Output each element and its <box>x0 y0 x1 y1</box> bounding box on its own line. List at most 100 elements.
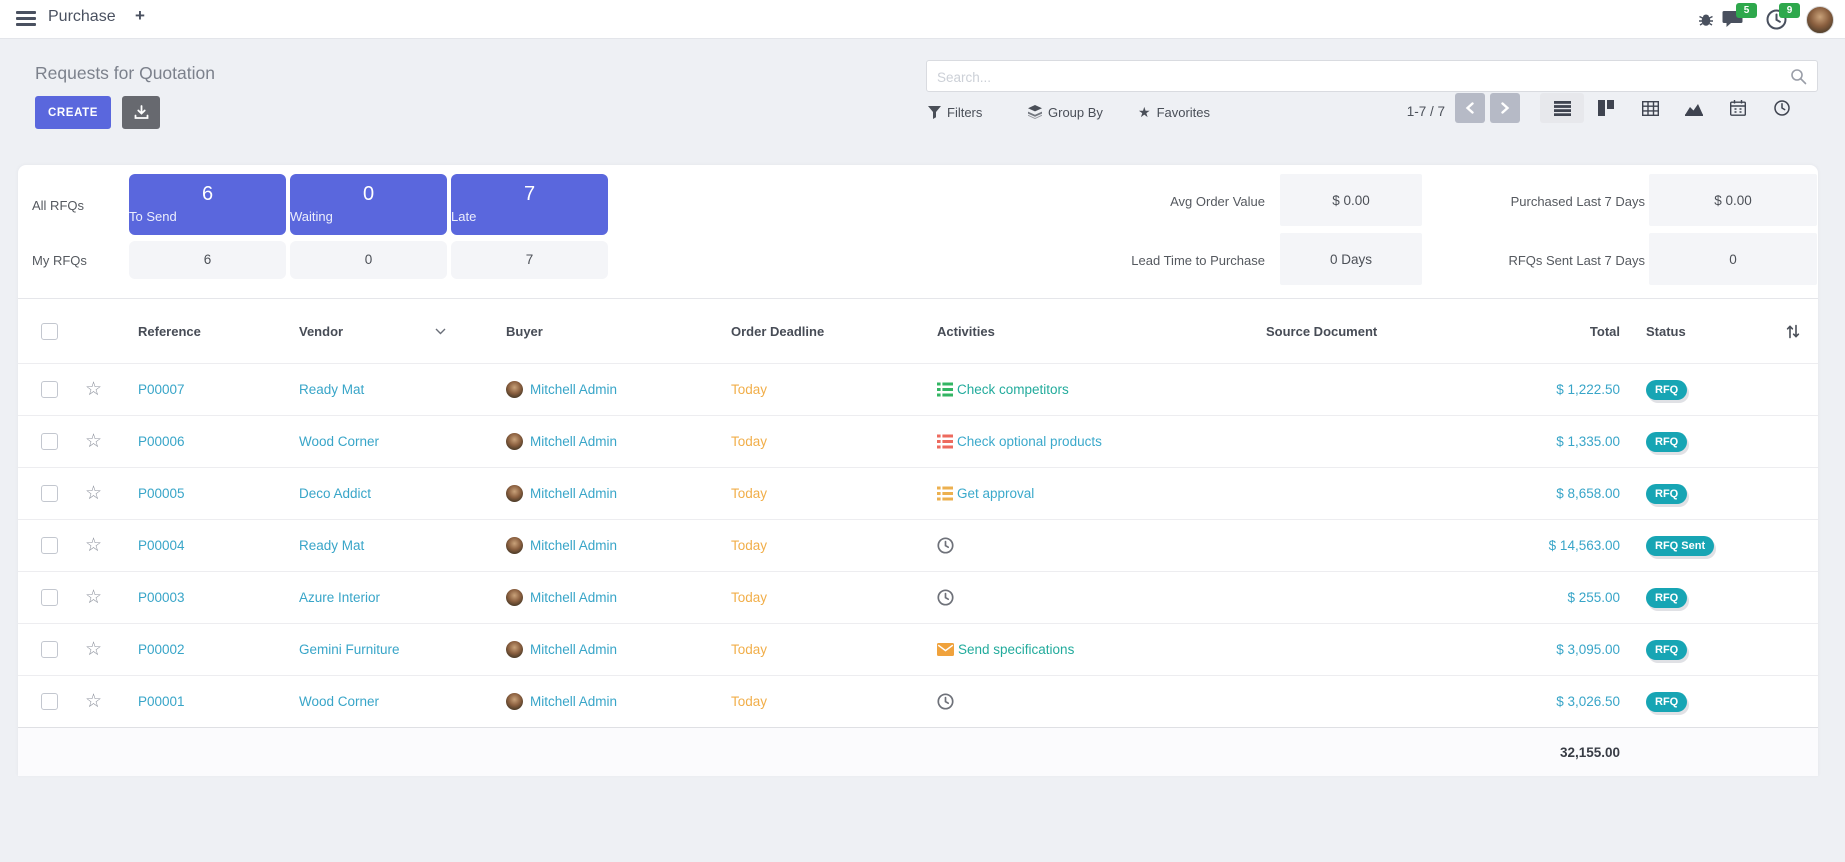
buyer-link[interactable]: Mitchell Admin <box>530 486 617 501</box>
vendor-link[interactable]: Ready Mat <box>299 382 364 397</box>
buyer-link[interactable]: Mitchell Admin <box>530 538 617 553</box>
all-rfqs-label: All RFQs <box>32 198 84 213</box>
vendor-link[interactable]: Deco Addict <box>299 486 371 501</box>
kpi-my-waiting[interactable]: 0 <box>290 241 447 279</box>
reference-link[interactable]: P00003 <box>138 590 185 605</box>
filters-button[interactable]: Filters <box>928 102 982 122</box>
kpi-my-late[interactable]: 7 <box>451 241 608 279</box>
favorite-star-icon[interactable]: ☆ <box>85 692 102 711</box>
favorites-button[interactable]: ★ Favorites <box>1138 102 1210 122</box>
debug-bug-icon[interactable] <box>1698 11 1720 33</box>
tasks-activity-icon[interactable] <box>937 382 953 397</box>
kpi-to-send[interactable]: 6 To Send <box>129 174 286 235</box>
buyer-avatar <box>506 381 523 398</box>
clock-activity-icon[interactable] <box>937 589 954 606</box>
chevron-left-icon <box>1465 102 1475 114</box>
row-checkbox[interactable] <box>41 381 58 398</box>
app-name[interactable]: Purchase <box>48 8 116 26</box>
vendor-link[interactable]: Ready Mat <box>299 538 364 553</box>
row-checkbox[interactable] <box>41 485 58 502</box>
activities-clock-icon[interactable]: 9 <box>1766 9 1788 31</box>
create-button[interactable]: CREATE <box>35 96 111 129</box>
list-view-button[interactable] <box>1540 93 1584 123</box>
header-reference[interactable]: Reference <box>126 324 286 339</box>
status-badge: RFQ <box>1646 640 1687 660</box>
buyer-link[interactable]: Mitchell Admin <box>530 590 617 605</box>
header-activities[interactable]: Activities <box>924 324 1253 339</box>
pivot-view-button[interactable] <box>1628 93 1672 123</box>
graph-view-button[interactable] <box>1672 93 1716 123</box>
vendor-link[interactable]: Azure Interior <box>299 590 380 605</box>
buyer-link[interactable]: Mitchell Admin <box>530 382 617 397</box>
header-total[interactable]: Total <box>1498 324 1620 339</box>
order-deadline-value: Today <box>731 538 767 553</box>
table-row: ☆ P00007 Ready Mat Mitchell Admin Today … <box>18 363 1818 415</box>
kpi-late[interactable]: 7 Late <box>451 174 608 235</box>
buyer-avatar <box>506 537 523 554</box>
search-bar <box>926 60 1818 92</box>
envelope-activity-icon[interactable] <box>937 643 954 656</box>
pager-range: 1-7 / 7 <box>1340 104 1445 119</box>
header-status[interactable]: Status <box>1620 324 1768 339</box>
reference-link[interactable]: P00007 <box>138 382 185 397</box>
activity-label[interactable]: Send specifications <box>958 642 1074 657</box>
favorite-star-icon[interactable]: ☆ <box>85 640 102 659</box>
row-checkbox[interactable] <box>41 433 58 450</box>
activity-label[interactable]: Check competitors <box>957 382 1069 397</box>
clock-activity-icon[interactable] <box>937 693 954 710</box>
total-amount: $ 255.00 <box>1567 590 1620 605</box>
reference-link[interactable]: P00005 <box>138 486 185 501</box>
header-order-deadline[interactable]: Order Deadline <box>718 324 924 339</box>
activity-label[interactable]: Check optional products <box>957 434 1102 449</box>
search-input[interactable] <box>935 64 1769 90</box>
user-avatar[interactable] <box>1806 6 1834 34</box>
vendor-link[interactable]: Gemini Furniture <box>299 642 400 657</box>
favorite-star-icon[interactable]: ☆ <box>85 536 102 555</box>
optional-columns-button[interactable] <box>1768 324 1818 339</box>
vendor-link[interactable]: Wood Corner <box>299 694 379 709</box>
activities-badge: 9 <box>1779 3 1800 18</box>
tasks-activity-icon[interactable] <box>937 434 953 449</box>
pager-next-button[interactable] <box>1490 93 1520 123</box>
pager-previous-button[interactable] <box>1455 93 1485 123</box>
buyer-avatar <box>506 485 523 502</box>
messages-icon[interactable]: 5 <box>1722 9 1744 31</box>
export-button[interactable] <box>122 96 160 129</box>
search-icon[interactable] <box>1790 68 1807 85</box>
header-buyer[interactable]: Buyer <box>493 324 718 339</box>
buyer-avatar <box>506 589 523 606</box>
header-vendor[interactable]: Vendor <box>286 324 493 339</box>
favorite-star-icon[interactable]: ☆ <box>85 432 102 451</box>
filters-label: Filters <box>947 105 982 120</box>
total-amount: $ 3,095.00 <box>1556 642 1620 657</box>
group-by-button[interactable]: Group By <box>1028 102 1103 122</box>
favorite-star-icon[interactable]: ☆ <box>85 588 102 607</box>
reference-link[interactable]: P00006 <box>138 434 185 449</box>
buyer-link[interactable]: Mitchell Admin <box>530 694 617 709</box>
activity-view-button[interactable] <box>1760 93 1804 123</box>
calendar-view-button[interactable] <box>1716 93 1760 123</box>
new-tab-button[interactable]: + <box>135 6 145 26</box>
row-checkbox[interactable] <box>41 589 58 606</box>
header-source-document[interactable]: Source Document <box>1253 324 1498 339</box>
tasks-activity-icon[interactable] <box>937 486 953 501</box>
row-checkbox[interactable] <box>41 641 58 658</box>
favorite-star-icon[interactable]: ☆ <box>85 380 102 399</box>
reference-link[interactable]: P00001 <box>138 694 185 709</box>
reference-link[interactable]: P00002 <box>138 642 185 657</box>
activity-label[interactable]: Get approval <box>957 486 1034 501</box>
kpi-my-to-send[interactable]: 6 <box>129 241 286 279</box>
row-checkbox[interactable] <box>41 693 58 710</box>
favorite-star-icon[interactable]: ☆ <box>85 484 102 503</box>
kanban-view-button[interactable] <box>1584 93 1628 123</box>
row-checkbox[interactable] <box>41 537 58 554</box>
reference-link[interactable]: P00004 <box>138 538 185 553</box>
vendor-link[interactable]: Wood Corner <box>299 434 379 449</box>
kpi-waiting[interactable]: 0 Waiting <box>290 174 447 235</box>
clock-activity-icon[interactable] <box>937 537 954 554</box>
menu-icon[interactable] <box>16 11 36 27</box>
select-all-checkbox[interactable] <box>41 323 58 340</box>
buyer-link[interactable]: Mitchell Admin <box>530 642 617 657</box>
buyer-link[interactable]: Mitchell Admin <box>530 434 617 449</box>
layers-icon <box>1028 105 1042 119</box>
